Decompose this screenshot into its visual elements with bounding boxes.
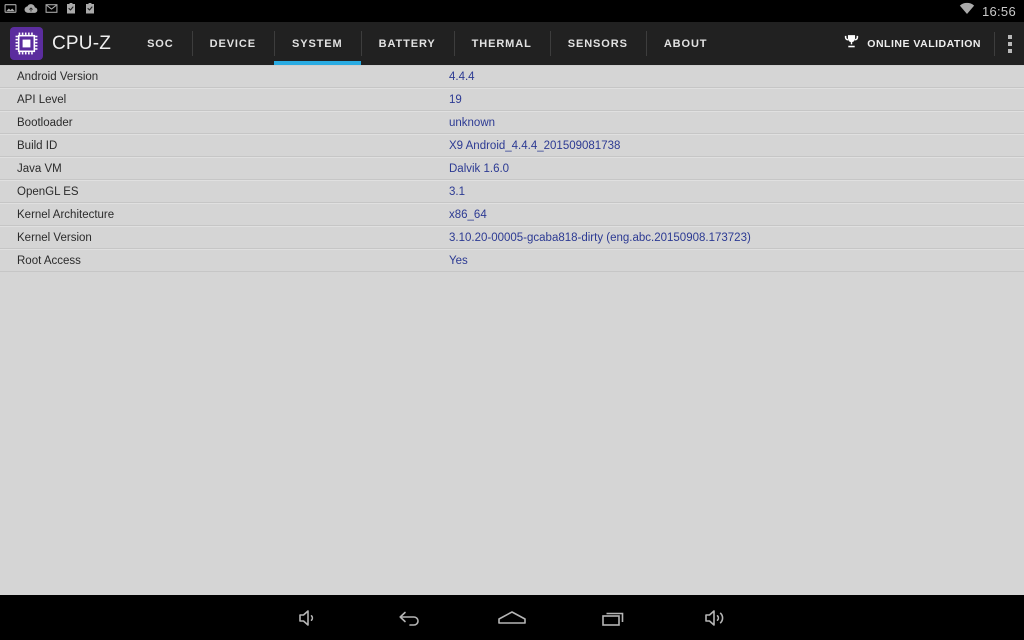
android-screen: 16:56 CPU-Z SOC DEVICE SYSTEM BATTERY TH…	[0, 0, 1024, 640]
tab-sensors[interactable]: SENSORS	[549, 22, 646, 65]
system-info-list: Android Version 4.4.4 API Level 19 Bootl…	[0, 65, 1024, 595]
row-value: 4.4.4	[449, 70, 475, 83]
row-label: Android Version	[17, 70, 99, 83]
row-value: Yes	[449, 254, 468, 267]
status-bar-clock: 16:56	[981, 3, 1016, 19]
app-title: CPU-Z	[52, 32, 112, 54]
overflow-dot-1	[1007, 34, 1012, 39]
volume-up-icon[interactable]	[665, 595, 767, 640]
table-row[interactable]: Java VM Dalvik 1.6.0	[0, 157, 1024, 180]
row-label: Root Access	[17, 254, 81, 267]
row-value: X9 Android_4.4.4_201509081738	[449, 139, 621, 152]
trophy-icon	[843, 33, 860, 55]
row-label: Kernel Version	[17, 231, 92, 244]
wifi-icon	[959, 2, 975, 20]
row-value: 3.1	[449, 185, 465, 198]
tab-bar: SOC DEVICE SYSTEM BATTERY THERMAL SENSOR…	[129, 22, 725, 65]
overflow-dot-2	[1007, 41, 1012, 46]
row-value: Dalvik 1.6.0	[449, 162, 510, 175]
row-label: OpenGL ES	[17, 185, 79, 198]
status-bar-notification-icons	[4, 2, 96, 20]
cpu-chip-icon	[10, 27, 43, 60]
screenshot-icon	[4, 2, 17, 20]
table-row[interactable]: Kernel Version 3.10.20-00005-gcaba818-di…	[0, 226, 1024, 249]
tab-battery[interactable]: BATTERY	[360, 22, 454, 65]
volume-down-icon[interactable]	[257, 595, 359, 640]
tab-soc[interactable]: SOC	[129, 22, 192, 65]
status-bar: 16:56	[0, 0, 1024, 22]
overflow-dot-3	[1007, 48, 1012, 53]
online-validation-label: ONLINE VALIDATION	[867, 37, 981, 50]
row-value: 3.10.20-00005-gcaba818-dirty (eng.abc.20…	[449, 231, 751, 244]
table-row[interactable]: Kernel Architecture x86_64	[0, 203, 1024, 226]
android-navigation-bar	[0, 595, 1024, 640]
tab-thermal[interactable]: THERMAL	[453, 22, 550, 65]
status-bar-system-icons: 16:56	[959, 2, 1016, 20]
table-row[interactable]: OpenGL ES 3.1	[0, 180, 1024, 203]
app-bar: CPU-Z SOC DEVICE SYSTEM BATTERY THERMAL …	[0, 22, 1024, 65]
app-brand: CPU-Z	[0, 27, 111, 60]
table-row[interactable]: Bootloader unknown	[0, 111, 1024, 134]
tab-about[interactable]: ABOUT	[645, 22, 726, 65]
row-value: x86_64	[449, 208, 487, 221]
table-row[interactable]: Root Access Yes	[0, 249, 1024, 272]
row-value: 19	[449, 93, 462, 106]
home-icon[interactable]	[461, 595, 563, 640]
row-label: Java VM	[17, 162, 62, 175]
tab-system[interactable]: SYSTEM	[273, 22, 361, 65]
cloud-upload-icon	[24, 2, 38, 20]
table-row[interactable]: Android Version 4.4.4	[0, 65, 1024, 88]
clipboard-check-icon	[65, 2, 77, 20]
table-row[interactable]: API Level 19	[0, 88, 1024, 111]
table-row[interactable]: Build ID X9 Android_4.4.4_201509081738	[0, 134, 1024, 157]
app-bar-actions: ONLINE VALIDATION	[837, 22, 1024, 65]
tab-device[interactable]: DEVICE	[191, 22, 274, 65]
online-validation-button[interactable]: ONLINE VALIDATION	[837, 33, 994, 55]
recents-icon[interactable]	[563, 595, 665, 640]
row-label: Build ID	[17, 139, 58, 152]
back-icon[interactable]	[359, 595, 461, 640]
row-value: unknown	[449, 116, 496, 129]
clipboard-check-icon-2	[84, 2, 96, 20]
row-label: Kernel Architecture	[17, 208, 115, 221]
gmail-icon	[45, 2, 58, 20]
overflow-menu-icon[interactable]	[995, 22, 1024, 65]
row-label: API Level	[17, 93, 67, 106]
row-label: Bootloader	[17, 116, 73, 129]
